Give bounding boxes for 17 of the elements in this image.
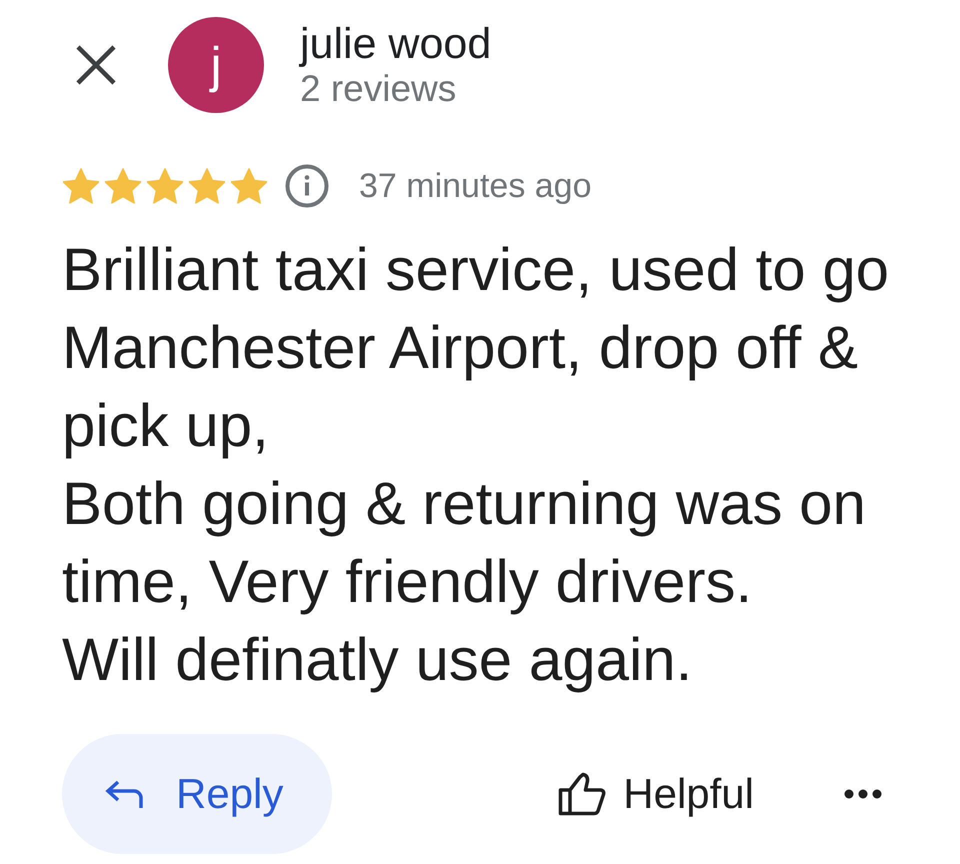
helpful-button[interactable]: Helpful [558,770,754,818]
review-time: 37 minutes ago [359,166,592,207]
close-icon[interactable] [75,44,117,86]
avatar: j [168,17,264,113]
star-icon [63,168,99,204]
star-icon [105,168,141,204]
star-icon [231,168,267,204]
star-icon [189,168,225,204]
star-icon [147,168,183,204]
thumbs-up-icon [558,772,606,816]
review-text: Brilliant taxi service, used to go Manchester Airport, drop off & pick up, Both going & returning was on time, Very friendly drivers. Will definatly use again. [62,235,890,695]
reply-icon [105,778,145,810]
reply-button[interactable]: Reply [62,734,332,854]
review-count: 2 reviews [300,68,458,110]
info-icon[interactable] [285,164,329,208]
more-options-icon[interactable] [844,789,882,799]
reviewer-name[interactable]: julie wood [300,20,492,68]
